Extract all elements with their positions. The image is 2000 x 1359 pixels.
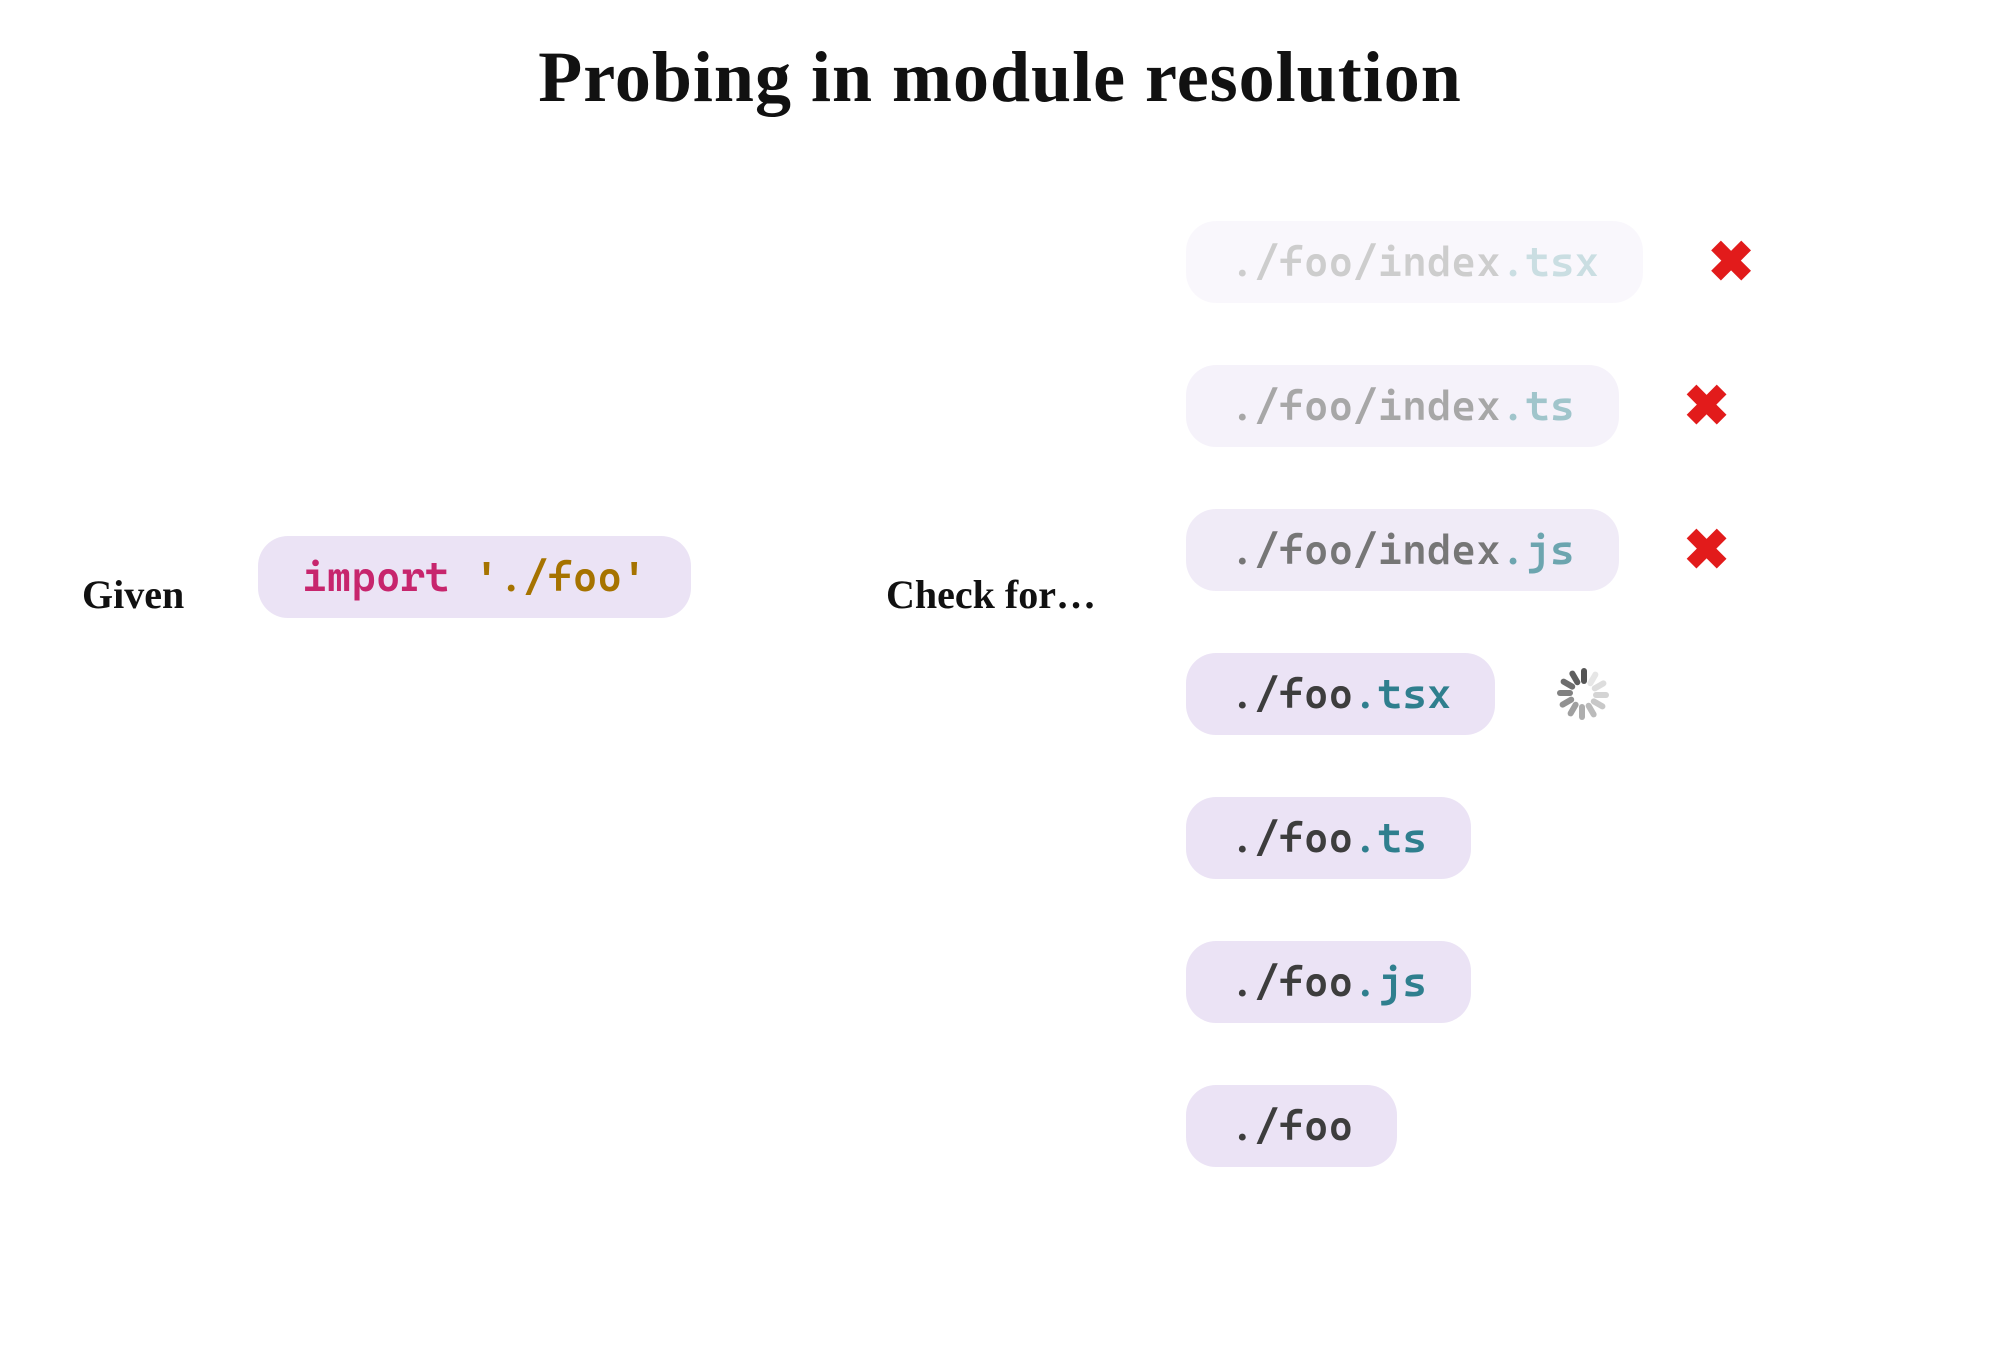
diagram-stage: Given import './foo' Check for… ./foo/in… <box>0 119 2000 1319</box>
probe-pill: ./foo.tsx <box>1186 653 1495 735</box>
cross-icon: ✖ <box>1675 518 1739 582</box>
probe-pill: ./foo/index.js <box>1186 509 1619 591</box>
probe-extension: .js <box>1353 961 1427 1003</box>
probe-path: ./foo/index <box>1230 529 1501 571</box>
probe-row: ./foo.tsx <box>1186 653 1763 735</box>
probe-row: ./foo.js <box>1186 941 1763 1023</box>
probe-list: ./foo/index.tsx✖./foo/index.ts✖./foo/ind… <box>1186 221 1763 1167</box>
probe-row: ./foo/index.js ✖ <box>1186 509 1763 591</box>
label-check-for: Check for… <box>886 571 1096 618</box>
probe-extension: .tsx <box>1353 673 1451 715</box>
probe-pill: ./foo/index.ts <box>1186 365 1619 447</box>
probe-row: ./foo/index.ts ✖ <box>1186 365 1763 447</box>
cross-icon: ✖ <box>1699 230 1763 294</box>
probe-path: ./foo/index <box>1230 241 1501 283</box>
source-argument: './foo' <box>474 556 646 598</box>
probe-path: ./foo <box>1230 673 1353 715</box>
probe-row: ./foo/index.tsx ✖ <box>1186 221 1763 303</box>
probe-pill: ./foo/index.tsx <box>1186 221 1643 303</box>
probe-pill: ./foo.js <box>1186 941 1471 1023</box>
probe-path: ./foo/index <box>1230 385 1501 427</box>
label-given: Given <box>82 571 184 618</box>
status-empty <box>1527 806 1591 870</box>
probe-pill: ./foo.ts <box>1186 797 1471 879</box>
cross-glyph: ✖ <box>1683 522 1730 578</box>
probe-extension: .ts <box>1353 817 1427 859</box>
spinner-icon <box>1551 662 1615 726</box>
probe-pill: ./foo <box>1186 1085 1397 1167</box>
probe-row: ./foo.ts <box>1186 797 1763 879</box>
cross-glyph: ✖ <box>1683 378 1730 434</box>
probe-extension: .ts <box>1501 385 1575 427</box>
probe-path: ./foo <box>1230 817 1353 859</box>
source-code-pill: import './foo' <box>258 536 691 618</box>
probe-path: ./foo <box>1230 961 1353 1003</box>
page-title: Probing in module resolution <box>0 0 2000 119</box>
status-empty <box>1453 1094 1517 1158</box>
probe-extension: .js <box>1501 529 1575 571</box>
spinner <box>1555 666 1611 722</box>
probe-extension: .tsx <box>1501 241 1599 283</box>
status-empty <box>1527 950 1591 1014</box>
source-keyword: import <box>302 556 450 598</box>
probe-row: ./foo <box>1186 1085 1763 1167</box>
cross-icon: ✖ <box>1675 374 1739 438</box>
cross-glyph: ✖ <box>1708 234 1755 290</box>
probe-path: ./foo <box>1230 1105 1353 1147</box>
